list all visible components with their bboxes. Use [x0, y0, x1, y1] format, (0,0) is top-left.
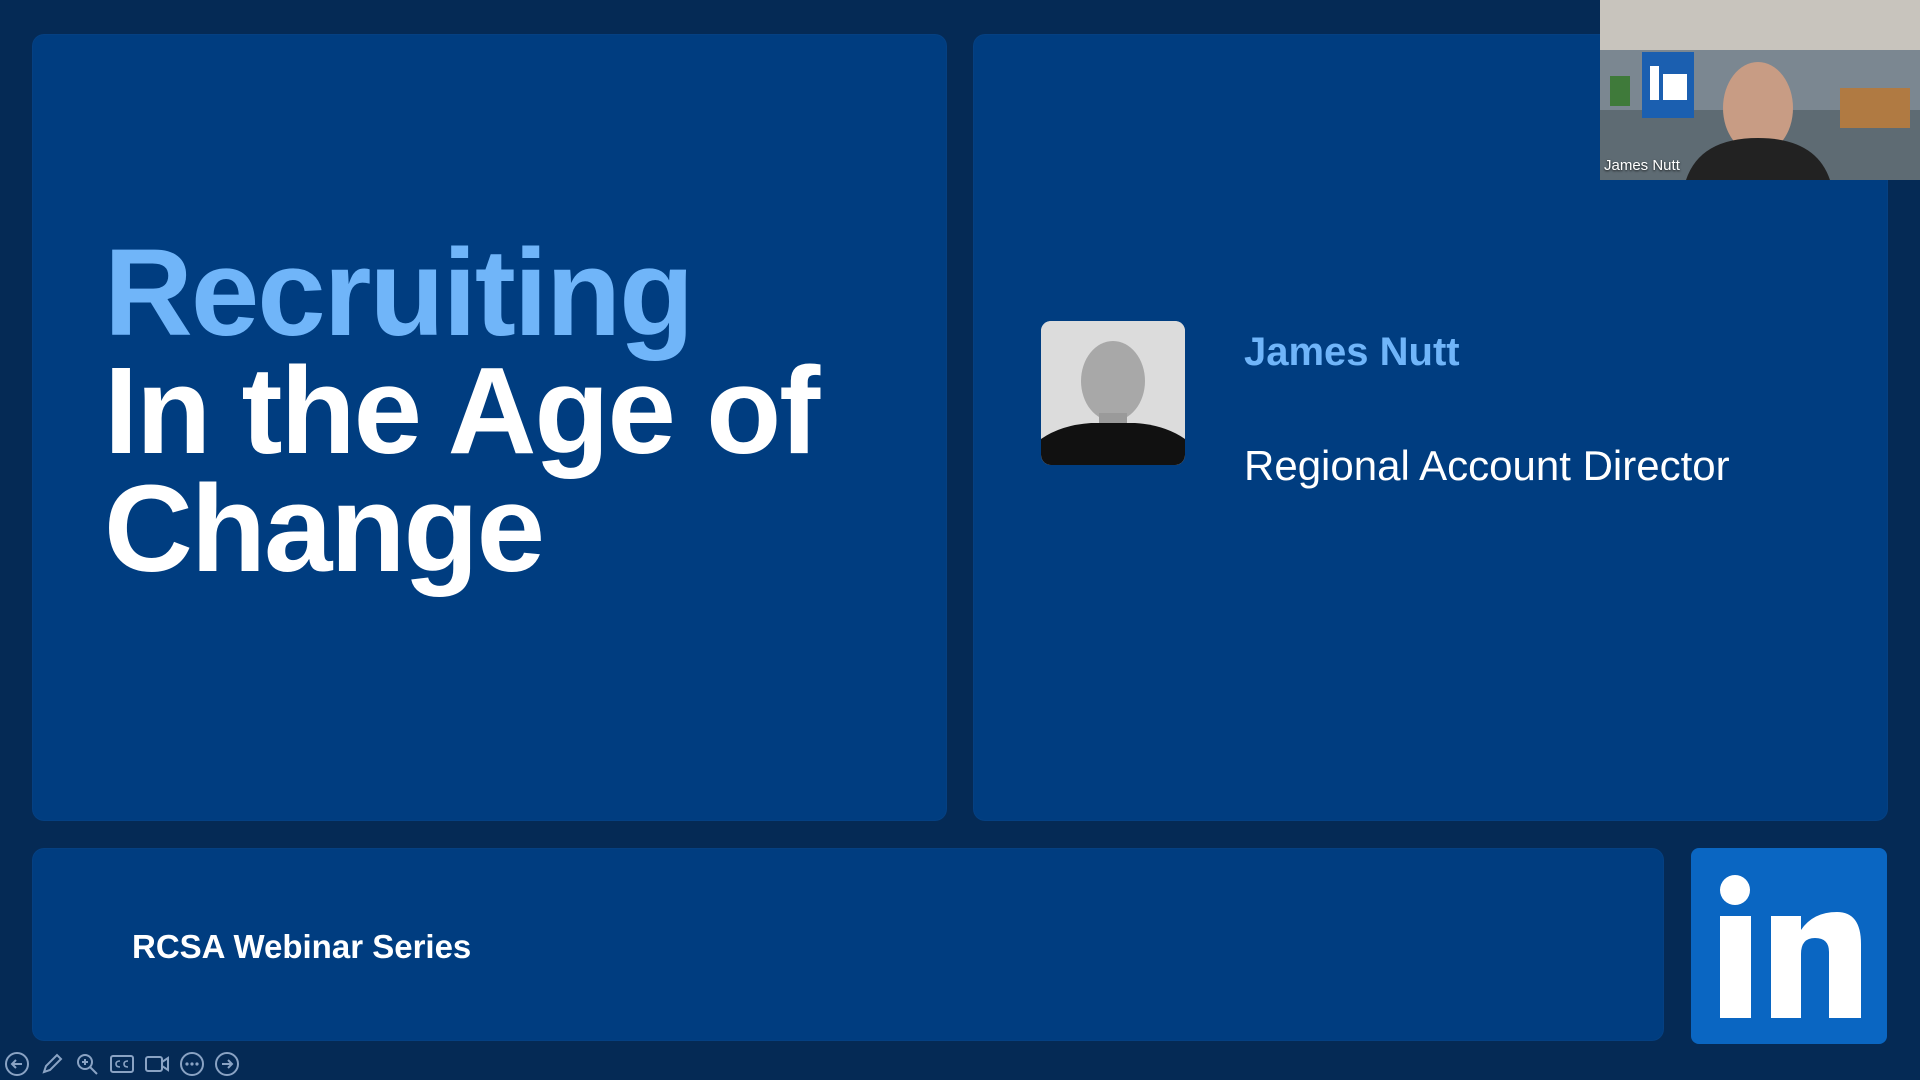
- linkedin-logo: [1691, 848, 1887, 1044]
- zoom-button[interactable]: [72, 1050, 101, 1079]
- speaker-photo: [1041, 321, 1185, 465]
- camera-icon: [144, 1056, 169, 1072]
- more-button[interactable]: [177, 1050, 206, 1079]
- title-line-change: Change: [104, 461, 545, 598]
- back-icon: [4, 1052, 29, 1076]
- speaker-name: James Nutt: [1244, 330, 1460, 374]
- captions-icon: [109, 1055, 134, 1073]
- participant-video[interactable]: James Nutt: [1600, 0, 1920, 180]
- title-line-age: In the Age of: [104, 343, 820, 480]
- camera-button[interactable]: [142, 1050, 171, 1079]
- pen-icon: [41, 1053, 62, 1074]
- pen-button[interactable]: [37, 1050, 66, 1079]
- series-label: RCSA Webinar Series: [132, 928, 472, 965]
- title-line-recruiting: Recruiting: [104, 225, 694, 362]
- video-feed: [1600, 0, 1920, 180]
- more-icon: [179, 1052, 204, 1076]
- zoom-icon: [76, 1054, 98, 1075]
- linkedin-in-icon: [1720, 875, 1861, 1018]
- back-button[interactable]: [2, 1050, 31, 1079]
- presentation-toolbar: [0, 1050, 241, 1078]
- title-panel: Recruiting In the Age of Change: [32, 34, 947, 821]
- forward-icon: [214, 1052, 239, 1076]
- captions-button[interactable]: [107, 1050, 136, 1079]
- footer-panel: RCSA Webinar Series: [32, 848, 1664, 1041]
- speaker-role: Regional Account Director: [1244, 442, 1730, 489]
- participant-name: James Nutt: [1604, 157, 1680, 174]
- forward-button[interactable]: [212, 1050, 241, 1079]
